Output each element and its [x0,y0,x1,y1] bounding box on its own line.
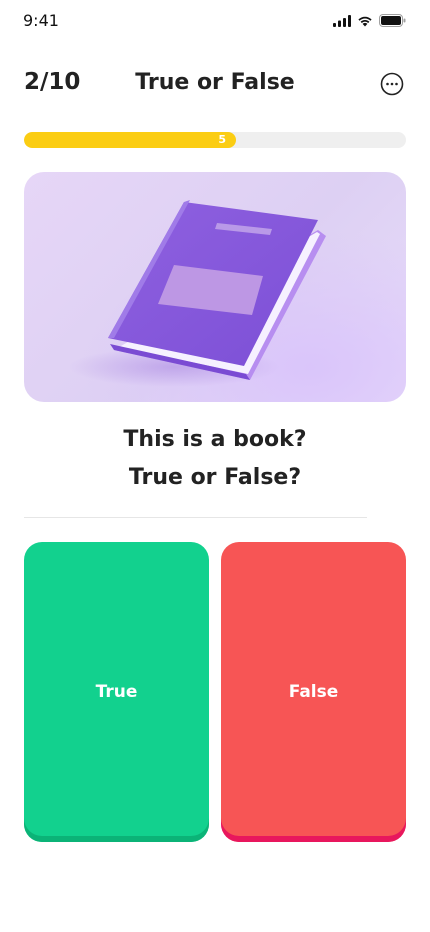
more-options-icon[interactable] [380,72,404,96]
question-image [24,172,406,402]
progress-fill: 5 [24,132,236,148]
page-title: True or False [135,70,295,95]
book-illustration [24,172,406,402]
status-time: 9:41 [23,11,59,30]
battery-icon [379,14,406,27]
question-line-2: True or False? [128,465,302,490]
status-bar: 9:41 [0,0,430,44]
divider [24,517,367,518]
cellular-signal-icon [333,14,351,27]
wifi-icon [358,16,372,26]
status-icons [333,14,406,27]
header: 2/10 True or False [0,60,430,108]
question-line-1: This is a book? [123,427,307,452]
true-answer-button[interactable]: True [24,542,209,842]
true-answer-label: True [95,682,138,702]
false-answer-button[interactable]: False [221,542,406,842]
progress-bar: 5 [24,132,406,148]
progress-label: 5 [218,133,226,146]
false-answer-label: False [288,682,339,702]
